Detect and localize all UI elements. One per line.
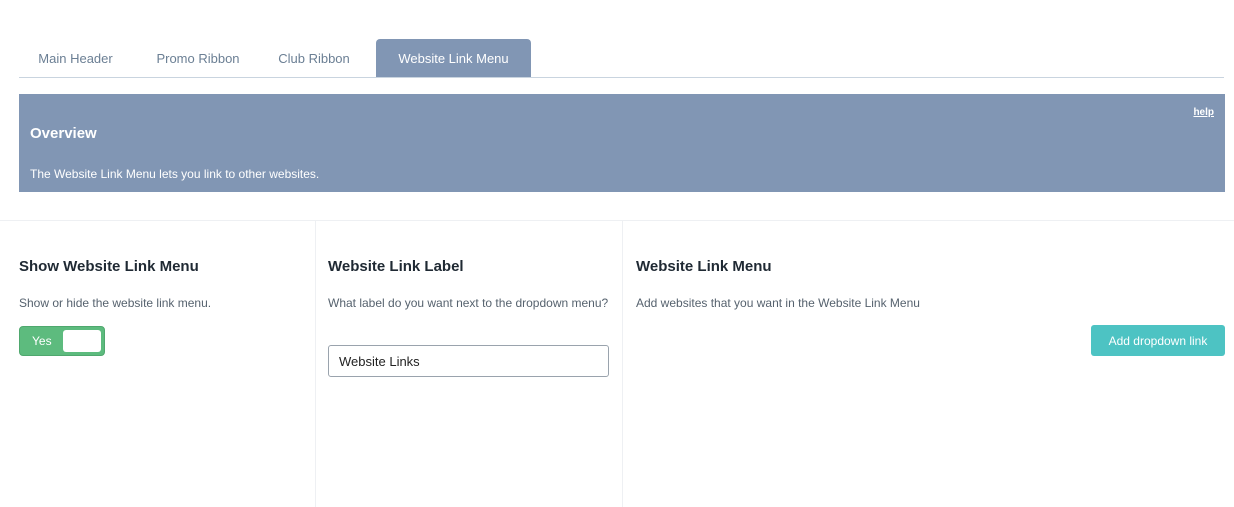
add-dropdown-link-button[interactable]: Add dropdown link xyxy=(1091,325,1225,356)
overview-panel: Overview The Website Link Menu lets you … xyxy=(19,94,1225,192)
show-menu-title: Show Website Link Menu xyxy=(19,258,199,275)
tab-promo-ribbon[interactable]: Promo Ribbon xyxy=(139,39,257,77)
tab-main-header[interactable]: Main Header xyxy=(19,39,132,77)
tab-club-ribbon[interactable]: Club Ribbon xyxy=(264,39,364,77)
link-menu-title: Website Link Menu xyxy=(636,258,772,275)
toggle-knob xyxy=(63,330,101,352)
tab-website-link-menu[interactable]: Website Link Menu xyxy=(376,39,531,77)
show-menu-description: Show or hide the website link menu. xyxy=(19,296,212,310)
overview-description: The Website Link Menu lets you link to o… xyxy=(30,167,320,181)
link-label-input[interactable] xyxy=(328,345,609,377)
show-menu-toggle[interactable]: Yes xyxy=(19,326,105,356)
column-separator xyxy=(315,221,316,507)
link-label-description: What label do you want next to the dropd… xyxy=(328,296,609,310)
tab-bar: Main Header Promo Ribbon Club Ribbon Web… xyxy=(19,39,1224,78)
section-divider xyxy=(0,220,1234,221)
help-link[interactable]: help xyxy=(1193,107,1214,118)
column-separator xyxy=(622,221,623,507)
link-menu-description: Add websites that you want in the Websit… xyxy=(636,296,920,310)
link-label-title: Website Link Label xyxy=(328,258,464,275)
overview-title: Overview xyxy=(30,125,97,142)
toggle-label: Yes xyxy=(32,334,52,348)
